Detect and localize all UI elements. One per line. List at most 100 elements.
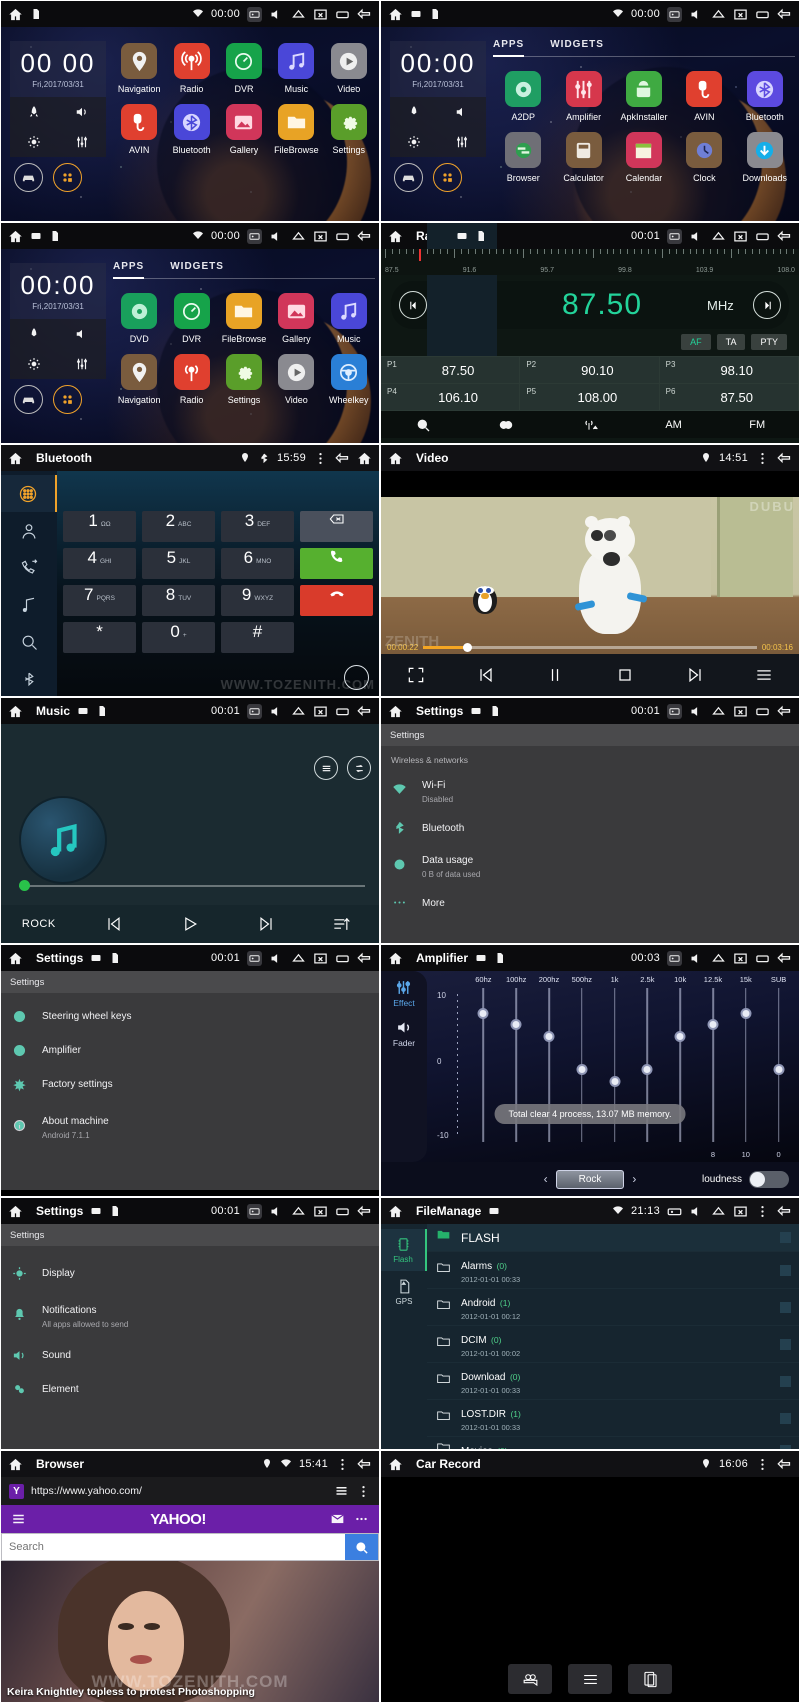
eject-icon[interactable] [711,229,726,244]
app-radio[interactable]: Radio [165,43,217,94]
volume-icon[interactable] [58,97,106,127]
screen-off-icon[interactable] [733,951,748,966]
mute-icon[interactable] [689,229,704,244]
screen-off-icon[interactable] [313,7,328,22]
radio-card-icon[interactable] [667,1204,682,1219]
window-icon[interactable] [335,951,350,966]
home-icon[interactable] [388,1457,403,1472]
app-browser[interactable]: Browser [493,132,553,183]
stereo-button[interactable] [465,417,549,433]
sidebar-item-dialpad[interactable] [1,475,57,512]
row-checkbox[interactable] [780,1445,791,1449]
settings-item-about-machine[interactable]: About machine Android 7.1.1 [1,1099,379,1147]
key-7[interactable]: 7 PQRS [63,585,136,616]
backspace-button[interactable] [300,511,373,542]
app-settings[interactable]: Settings [218,354,270,405]
equalizer-icon[interactable] [58,127,106,157]
home-icon[interactable] [388,229,403,244]
band-handle[interactable] [510,1019,522,1031]
car-icon[interactable] [14,163,43,192]
camera-preview[interactable] [381,1477,799,1656]
seek-track[interactable] [19,880,365,891]
overflow-menu-icon[interactable] [313,451,328,466]
row-checkbox[interactable] [780,1301,791,1313]
music-seekbar[interactable] [19,880,365,891]
sidebar-item-call-log[interactable] [1,549,57,586]
eject-icon[interactable] [711,704,726,719]
tune-prev-button[interactable] [399,291,427,319]
video-surface[interactable] [381,497,799,654]
swap-icon[interactable] [344,665,369,690]
eq-preset-label[interactable]: ROCK [1,918,77,930]
key-1[interactable]: 1 ΩΩ [63,511,136,542]
sidebar-item-bluetooth[interactable] [1,660,57,696]
home-icon[interactable] [388,951,403,966]
search-input[interactable] [2,1534,345,1560]
app-settings[interactable]: Settings [323,104,375,155]
brightness-icon[interactable] [390,127,438,157]
settings-item-amplifier[interactable]: Amplifier [1,1031,379,1065]
home-icon[interactable] [8,1457,23,1472]
row-checkbox[interactable] [780,1412,791,1424]
key-3[interactable]: 3 DEF [221,511,294,542]
app-amplifier[interactable]: Amplifier [553,71,613,122]
car-icon[interactable] [394,163,423,192]
settings-item-notifications[interactable]: Notifications All apps allowed to send [1,1288,379,1336]
key-9[interactable]: 9 WXYZ [221,585,294,616]
play-button[interactable] [152,914,228,934]
tabs-icon[interactable] [334,1484,349,1499]
back-icon[interactable] [357,7,372,22]
app-video[interactable]: Video [323,43,375,94]
app-bluetooth[interactable]: Bluetooth [735,71,795,122]
preset-p2[interactable]: P2 90.10 [520,357,660,384]
frequency-ruler[interactable]: 87.5 91.6 95.7 99.8 103.9 108.0 [381,249,799,275]
stop-button[interactable] [590,665,660,685]
settings-item-factory-settings[interactable]: Factory settings [1,1065,379,1099]
home-icon[interactable] [357,451,372,466]
apps-grid-icon[interactable] [433,163,462,192]
fullscreen-button[interactable] [381,665,451,685]
more-icon[interactable] [354,1512,369,1527]
eject-icon[interactable] [291,704,306,719]
camera-switch-icon[interactable] [508,1664,552,1694]
radio-card-icon[interactable] [667,950,682,966]
preset-next-button[interactable]: › [632,1172,636,1186]
band-handle[interactable] [773,1064,785,1076]
file-row[interactable]: Alarms (0) 2012-01-01 00:33 [427,1252,799,1289]
pty-button[interactable]: PTY [751,334,787,350]
row-checkbox[interactable] [780,1232,791,1243]
preset-p5[interactable]: P5 108.00 [520,384,660,411]
preset-p6[interactable]: P6 87.50 [659,384,799,411]
equalizer-icon[interactable] [438,127,486,157]
hangup-button[interactable] [300,585,373,616]
screen-off-icon[interactable] [313,229,328,244]
window-icon[interactable] [335,7,350,22]
seek-track[interactable] [423,642,757,652]
app-dvr[interactable]: DVR [165,293,217,344]
home-icon[interactable] [8,229,23,244]
mute-icon[interactable] [269,951,284,966]
screen-off-icon[interactable] [733,7,748,22]
app-gallery[interactable]: Gallery [218,104,270,155]
mute-icon[interactable] [269,7,284,22]
eject-icon[interactable] [291,951,306,966]
app-navigation[interactable]: Navigation [113,43,165,94]
repeat-icon[interactable] [347,756,371,780]
band-rail[interactable] [712,988,714,1142]
home-icon[interactable] [8,1204,23,1219]
ta-button[interactable]: TA [716,334,746,350]
local-distance-button[interactable] [548,417,632,433]
sidebar-item-contacts[interactable] [1,512,57,549]
tab-fader[interactable]: Fader [393,1019,415,1048]
home-icon[interactable] [388,704,403,719]
file-row[interactable]: Android (1) 2012-01-01 00:12 [427,1289,799,1326]
home-icon[interactable] [8,951,23,966]
mute-icon[interactable] [689,704,704,719]
app-calculator[interactable]: Calculator [553,132,613,183]
app-avin[interactable]: AVIN [113,104,165,155]
window-icon[interactable] [755,229,770,244]
settings-item-display[interactable]: Display [1,1246,379,1288]
af-button[interactable]: AF [681,334,711,350]
site-search[interactable] [1,1533,379,1561]
overflow-menu-icon[interactable] [755,1457,770,1472]
